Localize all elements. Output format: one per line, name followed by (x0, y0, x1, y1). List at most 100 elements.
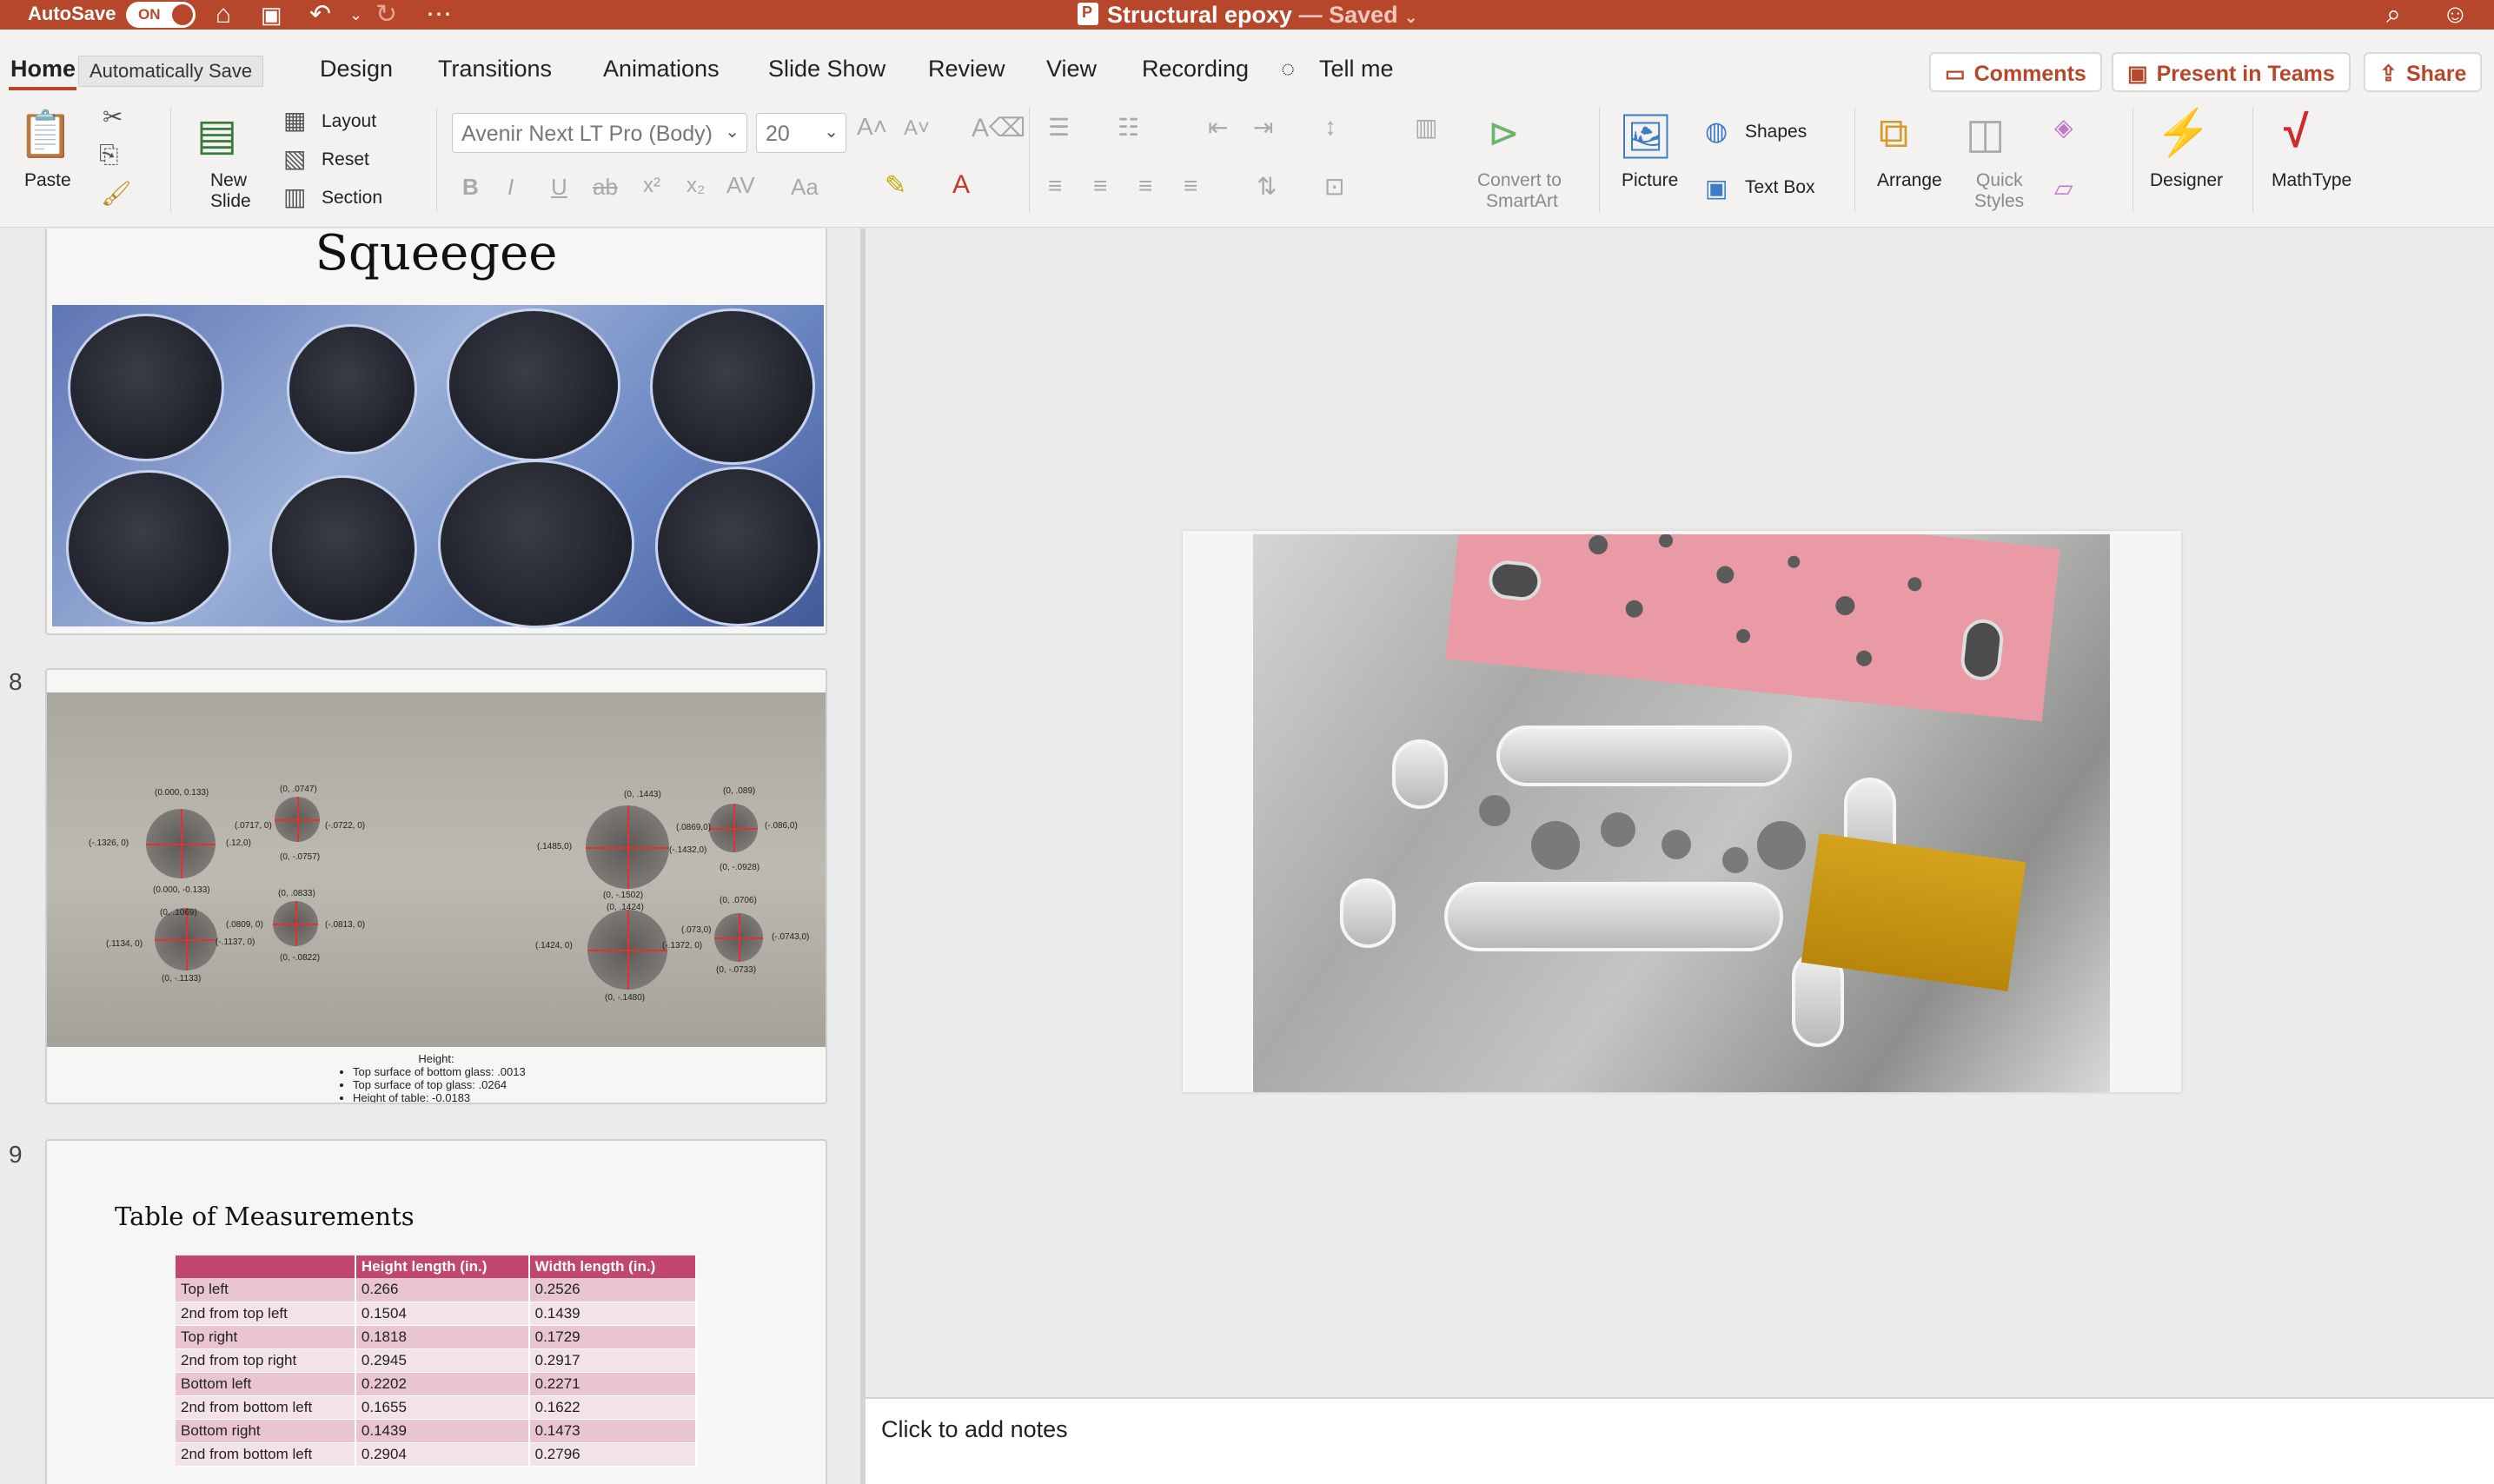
disk-sample (66, 470, 231, 625)
convert-smartart-label-2[interactable]: SmartArt (1486, 191, 1558, 212)
document-title[interactable]: Structural epoxy — Saved ⌄ (1078, 2, 1417, 29)
superscript-icon[interactable]: x² (643, 174, 660, 198)
tab-home[interactable]: Home (10, 56, 76, 83)
table-row: Top right 0.1818 0.1729 (176, 1325, 698, 1349)
designer-icon[interactable]: ⚡ (2155, 106, 2212, 159)
notes-placeholder[interactable]: Click to add notes (881, 1416, 1068, 1443)
comments-button[interactable]: ▭ Comments (1929, 52, 2102, 92)
subscript-icon[interactable]: x₂ (687, 174, 705, 198)
mathtype-icon[interactable]: √ (2284, 106, 2309, 158)
paste-label[interactable]: Paste (24, 170, 71, 191)
textbox-button[interactable]: Text Box (1745, 177, 1815, 198)
shape-outline-icon[interactable]: ▱ (2054, 174, 2073, 202)
table-cell: 0.1439 (355, 1419, 530, 1443)
underline-icon[interactable]: U (551, 174, 567, 201)
decrease-indent-icon[interactable]: ⇤ (1208, 113, 1228, 142)
slide-thumbnail-9[interactable]: Table of Measurements Height length (in.… (45, 1139, 827, 1484)
table-cell: 0.1439 (528, 1302, 698, 1326)
quick-styles-label-2[interactable]: Styles (1974, 191, 2024, 212)
italic-icon[interactable]: I (507, 174, 514, 201)
divider (1599, 108, 1600, 212)
shapes-button[interactable]: Shapes (1745, 122, 1807, 142)
slide-thumbnail-pane[interactable]: Squeegee 8 (0.000, 0.133) (-.1326, 0) (.… (0, 229, 860, 1484)
save-icon[interactable]: ▣ (261, 0, 282, 30)
text-direction-icon[interactable]: ⇅ (1257, 172, 1277, 201)
search-icon[interactable]: ⌕ (2386, 0, 2401, 30)
tab-review[interactable]: Review (928, 56, 1005, 83)
columns-icon[interactable]: ▥ (1415, 113, 1437, 142)
align-text-icon[interactable]: ⊡ (1324, 172, 1344, 201)
more-icon[interactable]: ⋯ (426, 0, 452, 30)
line-spacing-icon[interactable]: ↕ (1324, 113, 1337, 141)
cut-icon[interactable]: ✂ (103, 103, 123, 131)
copy-icon[interactable]: ⎘ (99, 141, 118, 169)
new-slide-label-2[interactable]: Slide (210, 191, 251, 212)
arrange-icon[interactable]: ⧉ (1879, 109, 1908, 158)
tab-recording[interactable]: Recording (1142, 56, 1249, 83)
slide-thumbnail-8[interactable]: (0.000, 0.133) (-.1326, 0) (.0717, 0) (.… (45, 668, 827, 1104)
undo-icon[interactable]: ↶ (309, 0, 331, 30)
comments-label: Comments (1973, 62, 2086, 86)
undo-dropdown-icon[interactable]: ⌄ (349, 0, 362, 30)
measurements-table: Height length (in.) Width length (in.) T… (176, 1255, 698, 1467)
tab-animations[interactable]: Animations (603, 56, 720, 83)
numbering-icon[interactable]: ☷ (1118, 113, 1139, 142)
bold-icon[interactable]: B (462, 174, 479, 201)
paste-icon[interactable]: 📋 (17, 108, 74, 161)
divider (2252, 108, 2253, 212)
height-heading: Height: (418, 1052, 454, 1065)
bullets-icon[interactable]: ☰ (1048, 113, 1070, 142)
share-button[interactable]: ⇪ Share (2364, 52, 2483, 92)
align-left-icon[interactable]: ≡ (1048, 172, 1062, 200)
redo-icon[interactable]: ↻ (375, 0, 397, 30)
quick-styles-icon[interactable]: ◫ (1966, 109, 2005, 158)
slide-thumbnail-7[interactable]: Squeegee (45, 229, 827, 635)
layout-button[interactable]: Layout (322, 111, 376, 132)
tab-transitions[interactable]: Transitions (438, 56, 552, 83)
section-button[interactable]: Section (322, 188, 382, 209)
picture-button[interactable]: Picture (1622, 170, 1678, 191)
new-slide-icon[interactable]: ▤ (196, 109, 237, 160)
tell-me[interactable]: Tell me (1319, 56, 1394, 83)
align-right-icon[interactable]: ≡ (1138, 172, 1152, 200)
hole (1624, 599, 1644, 619)
slide-editing-canvas[interactable] (866, 229, 2494, 1397)
smartart-icon[interactable]: ⊳ (1488, 111, 1520, 156)
strikethrough-icon[interactable]: ab (593, 174, 618, 201)
tab-view[interactable]: View (1046, 56, 1097, 83)
reset-button[interactable]: Reset (322, 149, 369, 170)
convert-smartart-label[interactable]: Convert to (1477, 170, 1562, 191)
highlight-icon[interactable]: ✎ (885, 170, 906, 201)
clear-format-icon[interactable]: A⌫ (972, 113, 1025, 143)
shape-fill-icon[interactable]: ◈ (2054, 113, 2073, 142)
font-color-icon[interactable]: A (952, 170, 970, 200)
notes-pane[interactable]: Click to add notes (866, 1397, 2494, 1484)
divider (1854, 108, 1855, 212)
home-icon[interactable]: ⌂ (216, 0, 231, 30)
font-size-select[interactable]: 20 ⌄ (756, 113, 846, 153)
autosave-toggle[interactable]: ON (126, 2, 196, 28)
current-slide[interactable] (1183, 531, 2181, 1092)
change-case-icon[interactable]: Aa (791, 174, 819, 201)
quick-styles-label[interactable]: Quick (1976, 170, 2023, 191)
tab-design[interactable]: Design (320, 56, 393, 83)
format-painter-icon[interactable]: 🖌 (101, 179, 132, 208)
account-icon[interactable]: ☺ (2442, 0, 2469, 30)
character-spacing-icon[interactable]: AV (726, 172, 755, 199)
font-family-select[interactable]: Avenir Next LT Pro (Body) ⌄ (452, 113, 747, 153)
mathtype-button[interactable]: MathType (2272, 170, 2351, 191)
arrange-button[interactable]: Arrange (1877, 170, 1942, 191)
justify-icon[interactable]: ≡ (1184, 172, 1197, 200)
grow-font-icon[interactable]: A˄ (857, 113, 887, 141)
increase-indent-icon[interactable]: ⇥ (1253, 113, 1273, 142)
new-slide-label[interactable]: New (210, 170, 247, 191)
shrink-font-icon[interactable]: A˅ (904, 116, 930, 141)
tab-slideshow[interactable]: Slide Show (768, 56, 886, 83)
designer-button[interactable]: Designer (2150, 170, 2223, 191)
table-header: Height length (in.) (355, 1255, 530, 1278)
fixture-photo[interactable] (1253, 534, 2110, 1092)
table-cell: 0.2796 (528, 1442, 698, 1467)
picture-icon[interactable]: 🖼 (1618, 111, 1673, 162)
align-center-icon[interactable]: ≡ (1093, 172, 1107, 200)
present-in-teams-button[interactable]: ▣ Present in Teams (2112, 52, 2351, 92)
